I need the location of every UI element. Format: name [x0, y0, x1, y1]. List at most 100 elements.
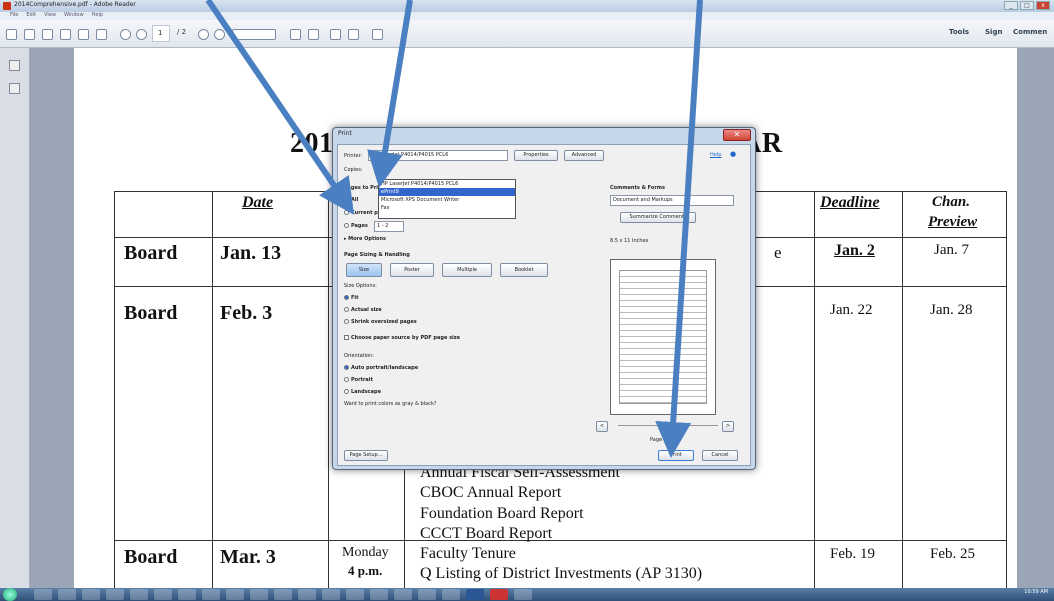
- adobe-reader-icon: [3, 2, 11, 10]
- edit-icon[interactable]: [42, 29, 53, 40]
- taskbar-app-icon[interactable]: [322, 589, 340, 600]
- radio-actual-size[interactable]: Actual size: [344, 307, 382, 313]
- zoom-out-icon[interactable]: [198, 29, 209, 40]
- minimize-button[interactable]: _: [1004, 1, 1018, 10]
- full-screen-icon[interactable]: [308, 29, 319, 40]
- tools-pane-button[interactable]: Tools: [944, 25, 974, 42]
- taskbar-app-icon[interactable]: [418, 589, 436, 600]
- close-window-button[interactable]: x: [1036, 1, 1050, 10]
- help-icon[interactable]: ●: [730, 150, 736, 158]
- size-button[interactable]: Size: [346, 263, 382, 277]
- prev-page-button[interactable]: <: [596, 421, 608, 432]
- print-dialog: Print ✕ Printer: HP LaserJet P4014/P4015…: [332, 127, 756, 470]
- cancel-button[interactable]: Cancel: [702, 450, 738, 461]
- menu-file[interactable]: File: [10, 12, 18, 20]
- clock: 10:59 AM: [1024, 589, 1048, 595]
- printer-option[interactable]: Fax: [379, 204, 515, 212]
- more-options-toggle[interactable]: ▸ More Options: [344, 236, 386, 242]
- save-icon[interactable]: [60, 29, 71, 40]
- radio-landscape[interactable]: Landscape: [344, 389, 381, 395]
- agenda-item: Q Listing of District Investments (AP 31…: [420, 565, 703, 582]
- page-number-input[interactable]: 1: [152, 25, 170, 42]
- taskbar-app-icon[interactable]: [442, 589, 460, 600]
- agenda-item: CBOC Annual Report: [420, 484, 562, 501]
- media-icon[interactable]: [82, 589, 100, 600]
- help-link[interactable]: Help: [710, 152, 721, 158]
- maximize-button[interactable]: □: [1020, 1, 1034, 10]
- highlight-icon[interactable]: [348, 29, 359, 40]
- print-icon[interactable]: [78, 29, 89, 40]
- booklet-button[interactable]: Booklet: [500, 263, 548, 277]
- ie-icon[interactable]: [34, 589, 52, 600]
- page-slider[interactable]: [618, 425, 718, 426]
- radio-auto-orientation[interactable]: Auto portrait/landscape: [344, 365, 418, 371]
- multiple-button[interactable]: Multiple: [442, 263, 492, 277]
- menu-window[interactable]: Window: [64, 12, 84, 20]
- row-date: Jan. 13: [220, 242, 282, 264]
- comment-pane-button[interactable]: Commen: [1008, 25, 1052, 42]
- sign-tool-icon[interactable]: [372, 29, 383, 40]
- choose-source-checkbox[interactable]: Choose paper source by PDF page size: [344, 335, 460, 341]
- size-options-label: Size Options:: [344, 283, 377, 289]
- next-page-button[interactable]: >: [722, 421, 734, 432]
- row-deadline: Jan. 2: [834, 242, 875, 259]
- radio-shrink[interactable]: Shrink oversized pages: [344, 319, 417, 325]
- printer-option[interactable]: Microsoft XPS Document Writer: [379, 196, 515, 204]
- previous-page-icon[interactable]: [120, 29, 131, 40]
- taskbar-app-icon[interactable]: [202, 589, 220, 600]
- printer-option[interactable]: HP LaserJet P4014/P4015 PCL6: [379, 180, 515, 188]
- radio-pages[interactable]: Pages: [344, 223, 368, 229]
- poster-button[interactable]: Poster: [390, 263, 434, 277]
- pages-panel-icon[interactable]: [9, 60, 20, 71]
- taskbar-app-icon[interactable]: [298, 589, 316, 600]
- menu-view[interactable]: View: [44, 12, 56, 20]
- explorer-icon[interactable]: [58, 589, 76, 600]
- taskbar-app-icon[interactable]: [178, 589, 196, 600]
- row-preview: Jan. 28: [930, 302, 973, 318]
- sizing-heading: Page Sizing & Handling: [344, 252, 410, 258]
- radio-fit[interactable]: Fit: [344, 295, 359, 301]
- adobe-reader-taskbar-icon[interactable]: [490, 589, 508, 600]
- page-setup-button[interactable]: Page Setup...: [344, 450, 388, 461]
- menu-help[interactable]: Help: [92, 12, 103, 20]
- open-icon[interactable]: [24, 29, 35, 40]
- print-button[interactable]: Print: [658, 450, 694, 461]
- taskbar-app-icon[interactable]: [514, 589, 532, 600]
- taskbar-app-icon[interactable]: [394, 589, 412, 600]
- properties-button[interactable]: Properties: [514, 150, 558, 161]
- comments-select[interactable]: Document and Markups: [610, 195, 734, 206]
- next-page-icon[interactable]: [136, 29, 147, 40]
- taskbar-app-icon[interactable]: [226, 589, 244, 600]
- taskbar-app-icon[interactable]: [346, 589, 364, 600]
- fit-page-icon[interactable]: [290, 29, 301, 40]
- word-icon[interactable]: [466, 589, 484, 600]
- menu-edit[interactable]: Edit: [26, 12, 36, 20]
- taskbar-app-icon[interactable]: [274, 589, 292, 600]
- sign-pane-button[interactable]: Sign: [980, 25, 1007, 42]
- row-date: Feb. 3: [220, 302, 273, 324]
- row-type: Board: [124, 546, 178, 568]
- email-icon[interactable]: [96, 29, 107, 40]
- dialog-close-button[interactable]: ✕: [723, 129, 751, 141]
- create-icon[interactable]: [6, 29, 17, 40]
- taskbar-app-icon[interactable]: [106, 589, 124, 600]
- printer-option-selected[interactable]: ePrint9: [379, 188, 515, 196]
- taskbar-app-icon[interactable]: [250, 589, 268, 600]
- zoom-select[interactable]: [232, 29, 276, 40]
- comment-icon[interactable]: [330, 29, 341, 40]
- printer-select[interactable]: HP LaserJet P4014/P4015 PCL6: [368, 150, 508, 161]
- taskbar-app-icon[interactable]: [154, 589, 172, 600]
- zoom-in-icon[interactable]: [214, 29, 225, 40]
- summarize-comments-button[interactable]: Summarize Comments: [620, 212, 696, 223]
- radio-all[interactable]: All: [344, 197, 358, 203]
- title-bar: 2014Comprehensive.pdf - Adobe Reader _ □…: [0, 0, 1054, 12]
- row-deadline: Feb. 19: [830, 546, 875, 562]
- taskbar-app-icon[interactable]: [130, 589, 148, 600]
- advanced-button[interactable]: Advanced: [564, 150, 604, 161]
- radio-portrait[interactable]: Portrait: [344, 377, 373, 383]
- pages-range-input[interactable]: 1 - 2: [374, 221, 404, 232]
- taskbar-app-icon[interactable]: [370, 589, 388, 600]
- start-button[interactable]: [3, 588, 17, 601]
- agenda-item: Foundation Board Report: [420, 505, 584, 522]
- attachments-icon[interactable]: [9, 83, 20, 94]
